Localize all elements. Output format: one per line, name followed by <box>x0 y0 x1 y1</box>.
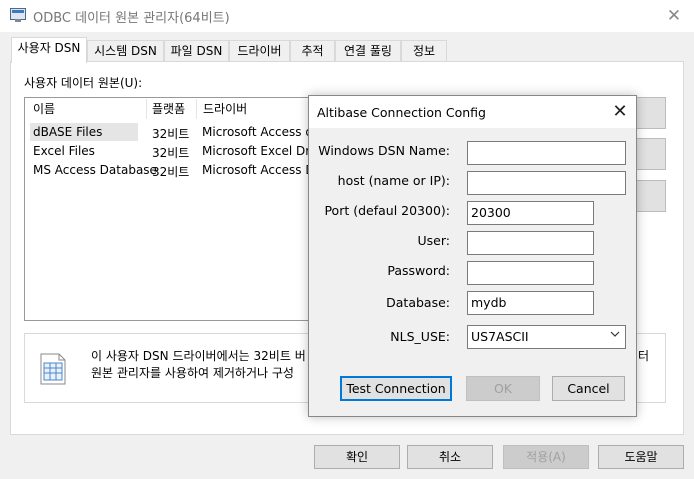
table-cell-platform: 32비트 <box>152 127 190 141</box>
column-divider[interactable] <box>196 99 197 119</box>
apply-button[interactable]: 적용(A) <box>503 445 589 469</box>
column-header-driver[interactable]: 드라이버 <box>203 100 247 117</box>
tab-connection-pooling[interactable]: 연결 풀링 <box>335 40 401 61</box>
table-cell-driver: Microsoft Excel Driv <box>202 144 321 158</box>
dsn-name-label: Windows DSN Name: <box>318 143 450 158</box>
column-divider[interactable] <box>146 99 147 119</box>
info-text-line1: 이 사용자 DSN 드라이버에서는 32비트 버 <box>91 349 306 363</box>
port-input[interactable]: 20300 <box>467 201 594 225</box>
configure-button[interactable] <box>636 180 666 212</box>
dialog-title: Altibase Connection Config <box>317 105 486 120</box>
nls-use-value: US7ASCII <box>471 329 529 344</box>
dialog-ok-button[interactable]: OK <box>466 376 540 401</box>
info-text-line1-tail: 터 <box>638 349 650 363</box>
table-cell-platform: 32비트 <box>152 165 190 179</box>
tab-about[interactable]: 정보 <box>401 40 447 61</box>
odbc-app-icon <box>10 8 26 22</box>
table-cell-driver: Microsoft Access dB <box>202 125 322 139</box>
chevron-down-icon[interactable] <box>610 329 620 342</box>
driver-info-icon <box>38 353 68 385</box>
database-label: Database: <box>386 295 450 310</box>
table-row[interactable]: MS Access Database <box>33 163 157 177</box>
table-cell-driver: Microsoft Access Dr <box>202 163 320 177</box>
test-connection-button[interactable]: Test Connection <box>340 376 452 401</box>
close-icon[interactable]: ✕ <box>607 99 633 125</box>
nls-use-label: NLS_USE: <box>390 329 450 344</box>
info-text-line2: 원본 관리자를 사용하여 제거하거나 구성 <box>91 366 294 380</box>
port-label: Port (defaul 20300): <box>324 203 450 218</box>
tab-file-dsn[interactable]: 파일 DSN <box>164 40 229 61</box>
add-button[interactable] <box>636 97 666 129</box>
table-cell-platform: 32비트 <box>152 146 190 160</box>
dialog-cancel-button[interactable]: Cancel <box>552 376 625 401</box>
table-row[interactable]: Excel Files <box>33 144 95 158</box>
nls-use-select[interactable]: US7ASCII <box>467 325 626 349</box>
altibase-config-dialog: Altibase Connection Config ✕ Windows DSN… <box>308 95 637 417</box>
cancel-button[interactable]: 취소 <box>407 445 493 469</box>
database-input[interactable]: mydb <box>467 291 594 315</box>
column-header-platform[interactable]: 플랫폼 <box>152 100 185 117</box>
password-label: Password: <box>387 263 450 278</box>
close-icon[interactable]: ✕ <box>660 4 688 28</box>
host-label: host (name or IP): <box>337 173 450 188</box>
remove-button[interactable] <box>636 138 666 170</box>
user-label: User: <box>417 233 450 248</box>
help-button[interactable]: 도움말 <box>598 445 684 469</box>
tab-user-dsn[interactable]: 사용자 DSN <box>11 37 87 63</box>
table-row[interactable]: dBASE Files <box>33 125 102 139</box>
column-header-name[interactable]: 이름 <box>33 100 55 117</box>
password-input[interactable] <box>467 261 594 285</box>
user-input[interactable] <box>467 231 594 255</box>
user-dsn-list-label: 사용자 데이터 원본(U): <box>24 76 143 90</box>
tab-system-dsn[interactable]: 시스템 DSN <box>87 40 164 61</box>
tab-tracing[interactable]: 추적 <box>290 40 335 61</box>
host-input[interactable] <box>467 171 626 195</box>
dsn-name-input[interactable] <box>467 141 626 165</box>
ok-button[interactable]: 확인 <box>314 445 400 469</box>
window-title: ODBC 데이터 원본 관리자(64비트) <box>33 11 230 26</box>
tab-drivers[interactable]: 드라이버 <box>229 40 290 61</box>
